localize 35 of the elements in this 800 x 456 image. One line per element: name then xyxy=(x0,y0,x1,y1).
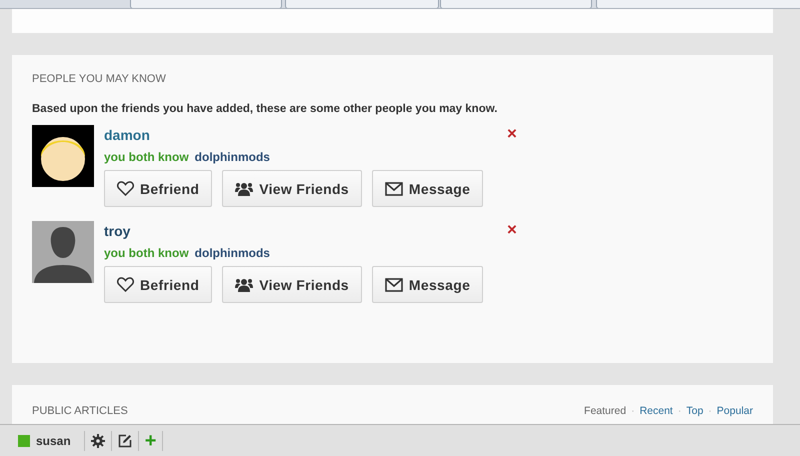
dismiss-icon[interactable]: × xyxy=(507,223,517,237)
separator-dot: · xyxy=(708,405,712,417)
befriend-button[interactable]: Befriend xyxy=(104,170,212,207)
people-icon xyxy=(235,278,254,292)
section-title: PEOPLE YOU MAY KNOW xyxy=(32,73,166,85)
befriend-button[interactable]: Befriend xyxy=(104,266,212,303)
section-title: PUBLIC ARTICLES xyxy=(32,405,128,417)
edit-icon[interactable] xyxy=(118,434,132,448)
mutual-label: you both know xyxy=(104,150,189,164)
filter-link[interactable]: Recent xyxy=(640,405,673,417)
message-button[interactable]: Message xyxy=(372,266,484,303)
separator-dot: · xyxy=(631,405,635,417)
person-name[interactable]: troy xyxy=(104,223,130,240)
settings-icon[interactable] xyxy=(90,434,105,448)
avatar-icon xyxy=(32,221,94,283)
mutual-friend-link[interactable]: dolphinmods xyxy=(194,246,270,260)
heart-icon xyxy=(117,181,134,196)
user-name[interactable]: susan xyxy=(36,434,78,448)
filter-link[interactable]: Top xyxy=(686,405,704,417)
envelope-icon xyxy=(384,278,403,292)
people-icon xyxy=(235,182,254,196)
mutual-friend-link[interactable]: dolphinmods xyxy=(194,150,270,164)
mutual-label: you both know xyxy=(104,246,189,260)
heart-icon xyxy=(117,277,134,292)
view-friends-button[interactable]: View Friends xyxy=(222,170,362,207)
envelope-icon xyxy=(384,182,403,196)
person-name[interactable]: damon xyxy=(104,127,150,144)
filter-link[interactable]: Popular xyxy=(716,405,753,417)
intro-text: Based upon the friends you have added, these are some other people you may know. xyxy=(32,103,498,115)
dismiss-icon[interactable]: × xyxy=(507,127,517,141)
separator-dot: · xyxy=(678,405,682,417)
avatar-icon xyxy=(32,125,94,187)
view-friends-button[interactable]: View Friends xyxy=(222,266,362,303)
filter-link[interactable]: Featured xyxy=(584,405,626,417)
message-button[interactable]: Message xyxy=(372,170,484,207)
